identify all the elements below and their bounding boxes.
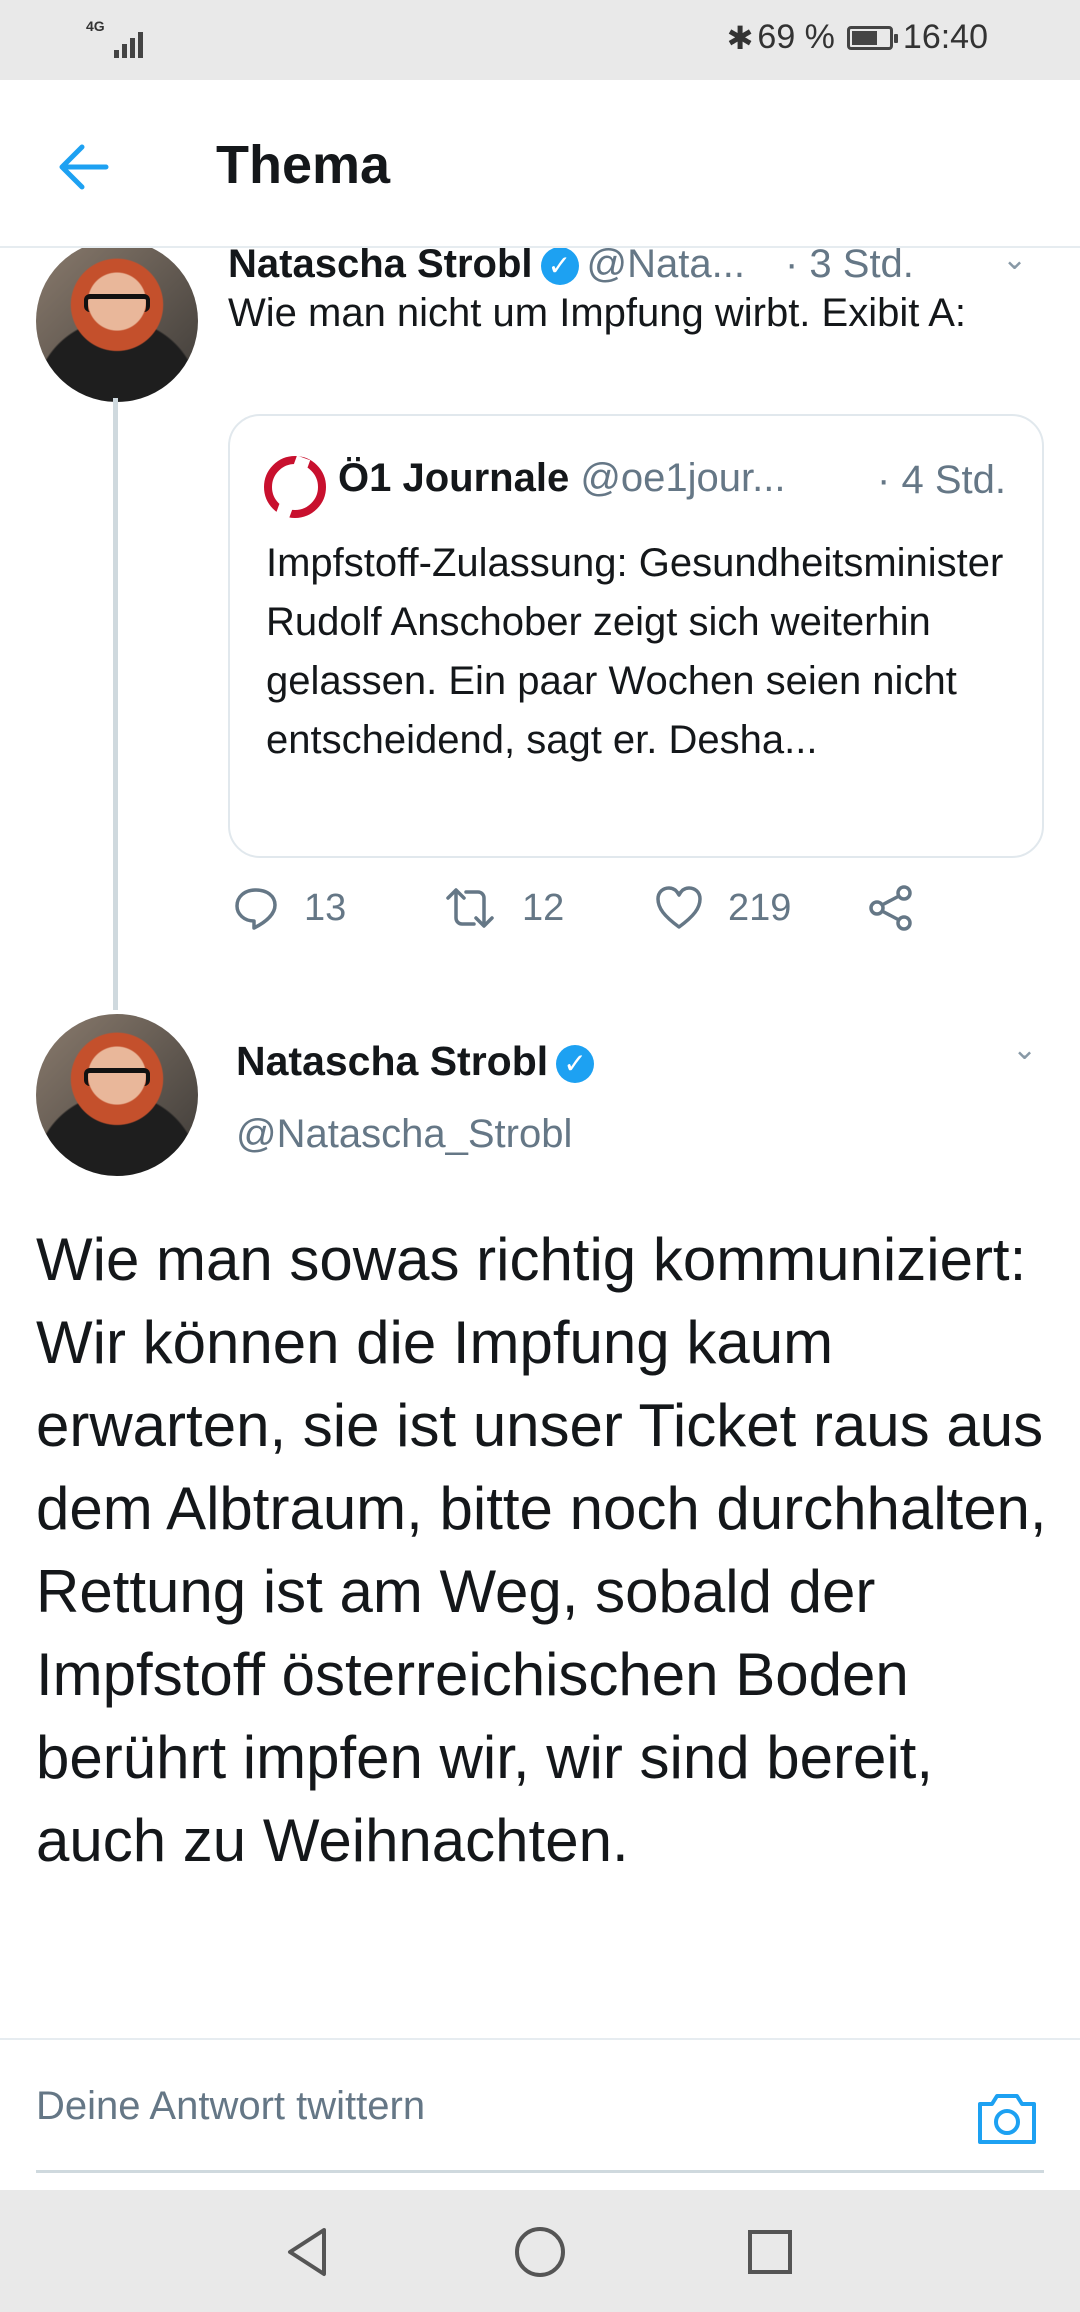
system-navigation-bar (0, 2190, 1080, 2312)
quote-text: Impfstoff-Zulassung: Gesundheitsminister… (266, 541, 1004, 762)
share-button[interactable] (866, 884, 940, 932)
triangle-back-icon (288, 2228, 326, 2276)
screen: 4G ✱ 69 % 16:40 Thema Natascha Strobl ✓ @N… (0, 0, 1080, 2312)
status-right: ✱ 69 % 16:40 (727, 18, 988, 57)
nav-recents-button[interactable] (738, 2220, 802, 2284)
camera-icon (978, 2094, 1036, 2144)
tweet-time: · 3 Std. (784, 248, 914, 286)
author-name[interactable]: Natascha Strobl ✓ (236, 1038, 602, 1085)
reply-icon (235, 888, 277, 930)
tweet-header: Natascha Strobl ✓ @Nata... · 3 Std. (228, 248, 914, 287)
heart-icon (656, 886, 702, 929)
author-handle[interactable]: @Natascha_Strobl (236, 1112, 572, 1157)
clock: 16:40 (902, 18, 988, 56)
thread[interactable]: Natascha Strobl ✓ @Nata... · 3 Std. ⌄ Wie m… (0, 248, 1080, 2038)
battery-icon (846, 25, 898, 50)
author-name-text: Natascha Strobl (236, 1038, 549, 1084)
thread-connector (113, 398, 118, 1010)
square-recents-icon (748, 2230, 792, 2274)
nav-home-button[interactable] (508, 2220, 572, 2284)
like-button[interactable]: 219 (654, 884, 791, 932)
quote-header: Ö1 Journale @oe1jour... (338, 456, 786, 501)
author-name[interactable]: Natascha Strobl (228, 248, 533, 286)
status-bar: 4G ✱ 69 % 16:40 (0, 0, 1080, 80)
divider (36, 2170, 1044, 2173)
battery-percent: 69 % (757, 18, 835, 56)
reply-button[interactable]: 13 (232, 884, 346, 932)
author-handle[interactable]: @Nata... (587, 248, 745, 286)
quote-author-handle: @oe1jour... (580, 456, 786, 500)
app-bar: Thema (0, 80, 1080, 248)
page-title: Thema (216, 135, 391, 195)
reply-count: 13 (304, 886, 347, 929)
quote-author-name: Ö1 Journale (338, 456, 570, 500)
back-button[interactable] (50, 132, 120, 202)
reply-input[interactable] (36, 2076, 926, 2136)
like-count: 219 (728, 886, 792, 929)
nav-back-button[interactable] (276, 2220, 340, 2284)
share-icon (869, 885, 912, 931)
avatar[interactable] (36, 1014, 198, 1176)
retweet-button[interactable]: 12 (442, 884, 564, 932)
network-type: 4G (86, 18, 105, 34)
oe1-logo-icon (264, 456, 326, 518)
verified-badge-icon: ✓ (556, 1045, 595, 1084)
arrow-left-icon (59, 144, 109, 190)
retweet-count: 12 (522, 886, 565, 929)
circle-home-icon (515, 2227, 565, 2277)
chevron-down-icon[interactable]: ⌄ (1012, 1032, 1037, 1067)
quote-time: · 4 Std. (877, 458, 1006, 502)
chevron-down-icon[interactable]: ⌄ (1002, 248, 1027, 277)
quoted-tweet[interactable]: Ö1 Journale @oe1jour... · 4 Std. Impfsto… (228, 414, 1044, 858)
bluetooth-icon: ✱ (726, 19, 754, 56)
tweet-text: Wie man nicht um Impfung wirbt. Exibit A… (228, 291, 967, 335)
retweet-icon (446, 888, 494, 928)
camera-button[interactable] (974, 2086, 1040, 2152)
tweet-text: Wie man sowas richtig kommuniziert: Wir … (36, 1226, 1047, 1874)
verified-badge-icon: ✓ (540, 248, 579, 286)
reply-bar (0, 2038, 1080, 2190)
tweet-actions: 13 12 219 (228, 884, 988, 950)
avatar[interactable] (36, 248, 198, 402)
